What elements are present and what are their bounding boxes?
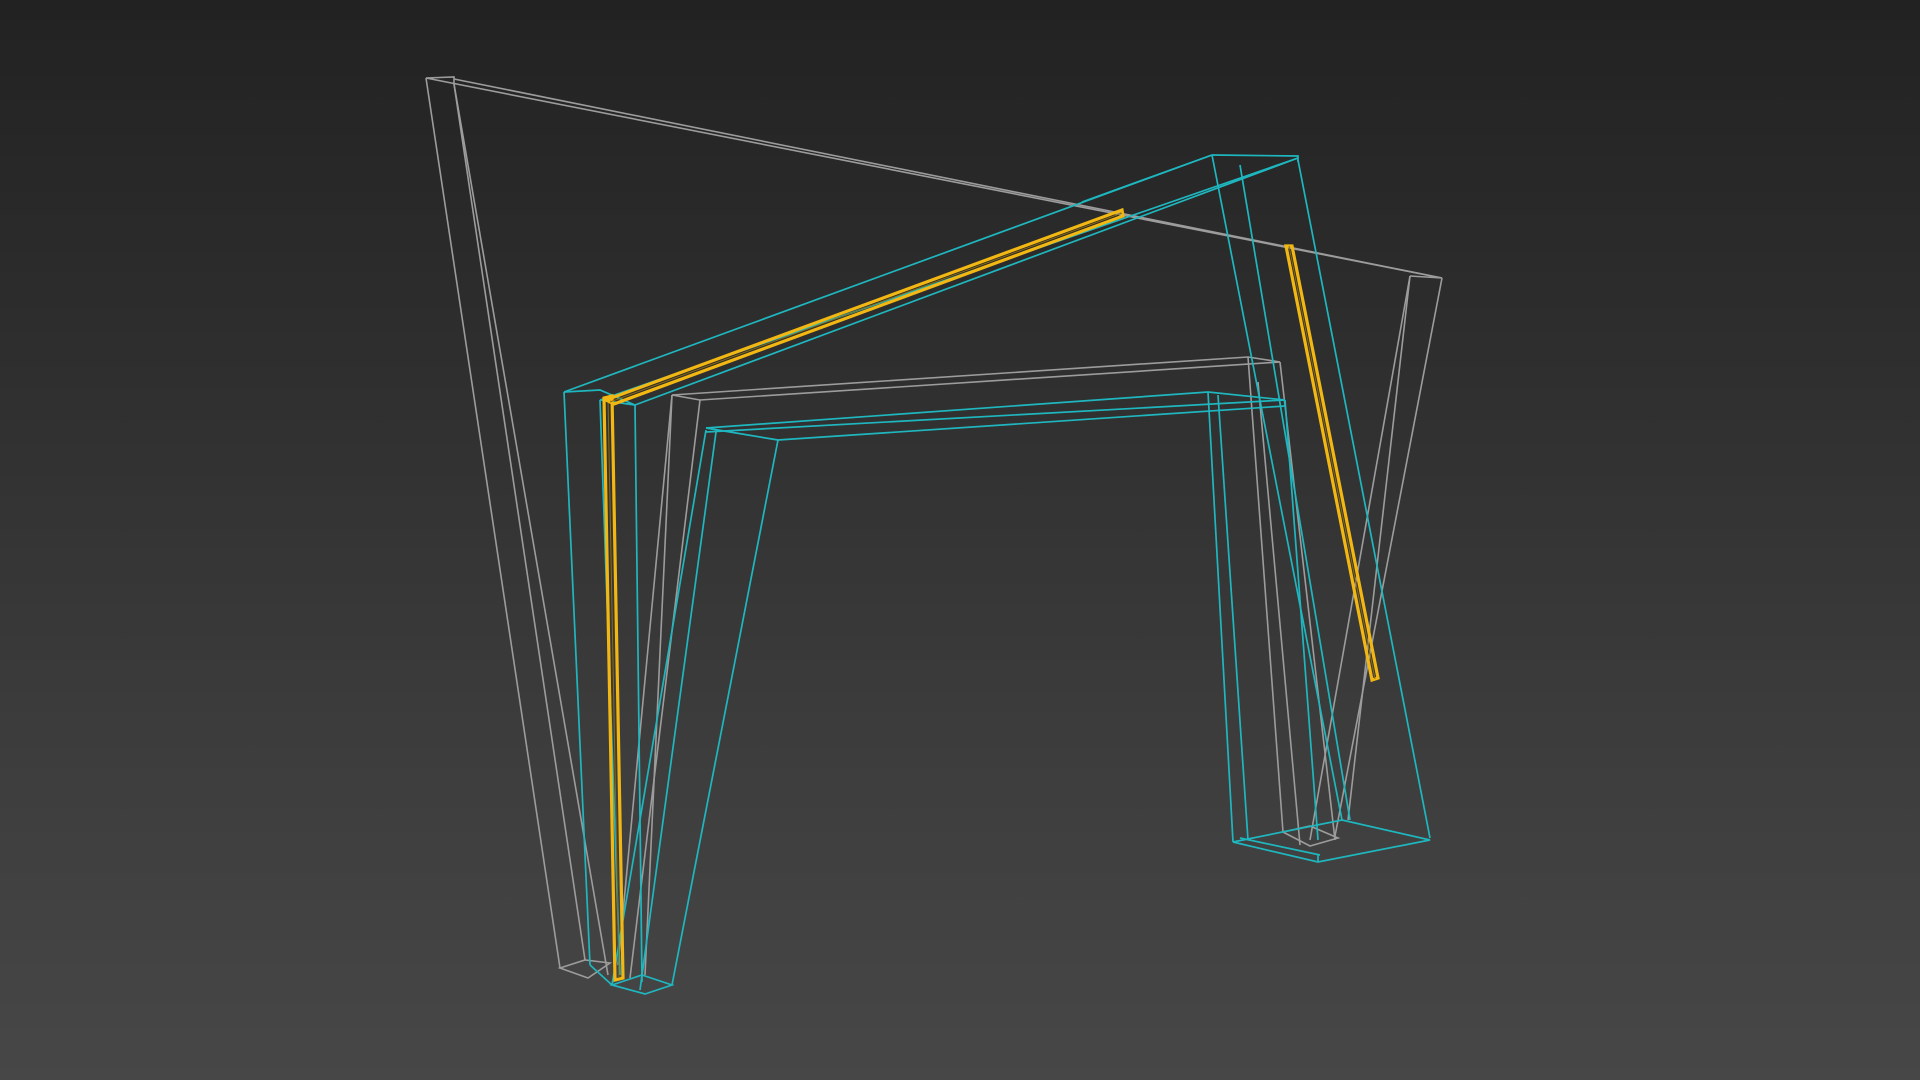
wireframe-scene[interactable] bbox=[0, 0, 1920, 1080]
cyan-right-leg-edge bbox=[1217, 394, 1249, 841]
cyan-inner-left-leg bbox=[639, 431, 717, 991]
grey-inner-left-leg bbox=[644, 394, 673, 976]
cyan-right-foot bbox=[1232, 819, 1431, 863]
3d-viewport[interactable] bbox=[0, 0, 1920, 1080]
cyan-inner-left-leg bbox=[611, 429, 707, 986]
cyan-inner-beam-top bbox=[705, 391, 1286, 429]
grey-right-leg-edge bbox=[1347, 275, 1411, 821]
cyan-inner-beam-edge bbox=[705, 399, 1286, 433]
grey-inner-beam-top bbox=[671, 356, 1281, 396]
cyan-left-leg-edge bbox=[563, 391, 591, 966]
grey-inner-beam-bottom bbox=[699, 361, 1281, 401]
grey-left-leg-edge bbox=[425, 77, 561, 969]
cyan-left-leg-edge bbox=[634, 404, 643, 983]
grey-frame-object[interactable] bbox=[425, 76, 1443, 979]
cyan-upper-beam-end bbox=[1211, 154, 1299, 162]
selected-members-object[interactable] bbox=[601, 207, 1380, 983]
grey-inner-beam-back bbox=[671, 394, 701, 401]
cyan-right-leg-edge bbox=[1207, 391, 1234, 843]
yellow-rafter-inner bbox=[609, 212, 1123, 403]
cyan-inner-left-leg bbox=[671, 439, 779, 986]
grey-left-leg-edge bbox=[453, 83, 586, 961]
